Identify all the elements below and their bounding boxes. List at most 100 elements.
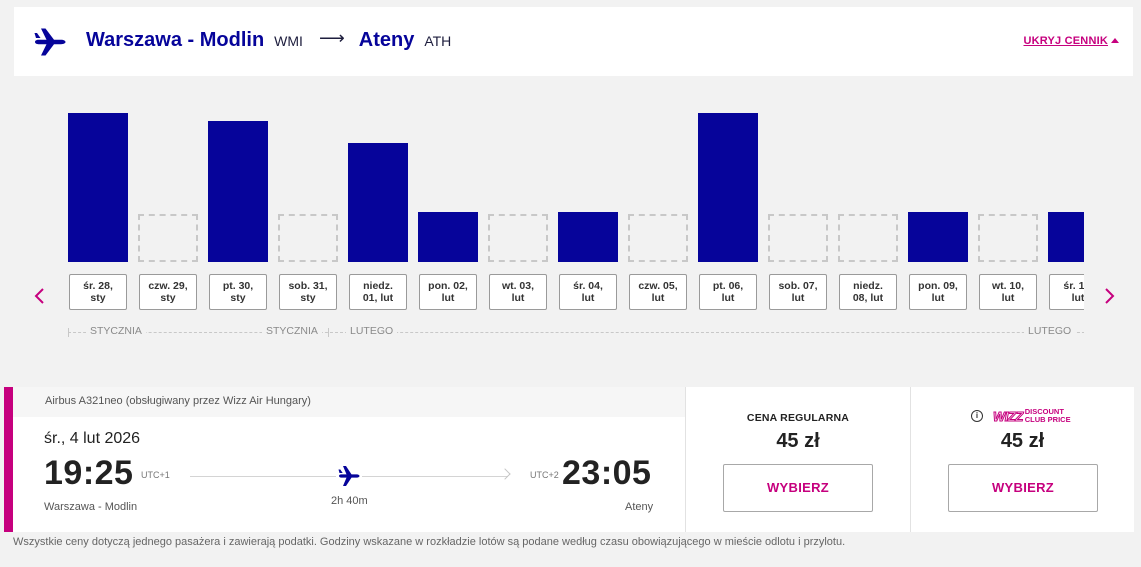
selected-accent [4,387,13,532]
date-label-line2: lut [581,292,595,304]
caret-up-icon [1111,38,1119,43]
date-label-line1: niedz. [853,280,883,292]
date-option[interactable]: czw. 29, sty [138,76,198,346]
route-arrow-icon: ⟶ [318,28,345,48]
date-label: pt. 30, sty [209,274,267,310]
date-label: czw. 29, sty [139,274,197,310]
date-option[interactable]: wt. 10, lut [978,76,1038,346]
select-club-fare-button[interactable]: WYBIERZ [948,464,1098,512]
date-label: sob. 31, sty [279,274,337,310]
flight-duration: 2h 40m [331,495,368,507]
price-bar [1048,212,1084,262]
arrival-city: Ateny [625,501,654,513]
date-label: czw. 05, lut [629,274,687,310]
date-label: śr. 04, lut [559,274,617,310]
route-header: Warszawa - Modlin WMI ⟶ Ateny ATH UKRYJ … [14,7,1133,76]
date-label-line2: sty [300,292,316,304]
chevron-right-icon [1105,288,1115,304]
date-label-line2: lut [511,292,525,304]
date-label-line1: wt. 03, [501,280,535,292]
date-option[interactable]: pon. 09, lut [908,76,968,346]
date-label: niedz. 08, lut [839,274,897,310]
price-bar [348,143,408,262]
date-label: pon. 02, lut [419,274,477,310]
date-label-line1: czw. 29, [148,280,188,292]
date-option[interactable]: wt. 03, lut [488,76,548,346]
date-label-line1: sob. 31, [288,280,328,292]
date-option[interactable]: pt. 30, sty [208,76,268,346]
month-label: LUTEGO [1024,325,1076,337]
origin-city: Warszawa - Modlin [86,29,265,51]
hide-price-calendar-link[interactable]: UKRYJ CENNIK [1023,35,1119,47]
regular-fare-title: CENA REGULARNA [746,412,850,424]
airplane-icon [34,27,66,57]
no-flight-bar [488,214,548,262]
price-bars: śr. 28, sty czw. 29, sty pt. 30, sty sob. 31, s… [68,76,1084,346]
select-regular-fare-button[interactable]: WYBIERZ [723,464,873,512]
departure-time: 19:25 [44,454,134,492]
date-label: niedz. 01, lut [349,274,407,310]
prev-dates-button[interactable] [30,284,50,308]
discount-club-label: DISCOUNT CLUB PRICE [1025,408,1071,424]
date-label-line1: pon. 02, [428,280,468,292]
date-label: sob. 07, lut [769,274,827,310]
date-label-line2: 08, lut [852,292,884,304]
no-flight-bar [628,214,688,262]
date-label: wt. 10, lut [979,274,1037,310]
price-calendar: śr. 28, sty czw. 29, sty pt. 30, sty sob. 31, s… [0,76,1141,346]
track-arrow-icon [499,468,511,480]
date-option[interactable]: pt. 06, lut [698,76,758,346]
arrival-timezone: UTC+2 [530,470,559,480]
date-option[interactable]: niedz. 08, lut [838,76,898,346]
departure-timezone: UTC+1 [141,470,170,480]
date-option[interactable]: sob. 07, lut [768,76,828,346]
price-bar [208,121,268,262]
month-tick [68,328,69,337]
month-divider [340,332,1084,333]
date-label-line1: śr. 28, [83,280,113,292]
date-option[interactable]: sob. 31, sty [278,76,338,346]
destination-city: Ateny [358,29,415,51]
date-label-line2: lut [931,292,945,304]
date-option[interactable]: czw. 05, lut [628,76,688,346]
month-label: LUTEGO [346,325,398,337]
next-dates-button[interactable] [1099,284,1119,308]
month-axis: STYCZNIA STYCZNIA LUTEGO LUTEGO [68,325,1084,341]
club-fare: i WIZZ DISCOUNT CLUB PRICE 45 zł WYBIERZ [910,387,1134,532]
arrival-time: 23:05 [562,454,652,492]
date-label: śr. 11,lut [1049,274,1084,310]
date-label: śr. 28, sty [69,274,127,310]
info-icon[interactable]: i [971,410,983,422]
date-label-line1: śr. 11, [1063,280,1084,292]
route-summary: Warszawa - Modlin WMI ⟶ Ateny ATH [86,28,451,52]
date-option[interactable]: niedz. 01, lut [348,76,408,346]
date-option[interactable]: śr. 04, lut [558,76,618,346]
departure-city: Warszawa - Modlin [44,501,138,513]
date-label: wt. 03, lut [489,274,547,310]
date-label-line2: 01, lut [362,292,394,304]
price-bar [68,113,128,262]
date-label-line1: sob. 07, [778,280,818,292]
no-flight-bar [768,214,828,262]
date-label-line1: pon. 09, [918,280,958,292]
date-option[interactable]: pon. 02, lut [418,76,478,346]
no-flight-bar [838,214,898,262]
date-option[interactable]: śr. 28, sty [68,76,128,346]
origin-code: WMI [274,33,303,49]
wizz-logo: WIZZ [993,408,1024,424]
date-label-line2: lut [721,292,735,304]
date-label-line2: sty [230,292,246,304]
date-label-line2: lut [791,292,805,304]
price-bar [698,113,758,262]
no-flight-bar [138,214,198,262]
date-label-line1: śr. 04, [573,280,603,292]
aircraft-info: Airbus A321neo (obsługiwany przez Wizz A… [13,387,685,417]
price-bar [418,212,478,262]
date-label-line1: czw. 05, [638,280,678,292]
hide-price-calendar-label: UKRYJ CENNIK [1023,35,1108,47]
airplane-icon [336,463,362,489]
price-bar [558,212,618,262]
date-label: pt. 06, lut [699,274,757,310]
no-flight-bar [278,214,338,262]
date-option[interactable]: śr. 11,lut [1048,76,1084,346]
